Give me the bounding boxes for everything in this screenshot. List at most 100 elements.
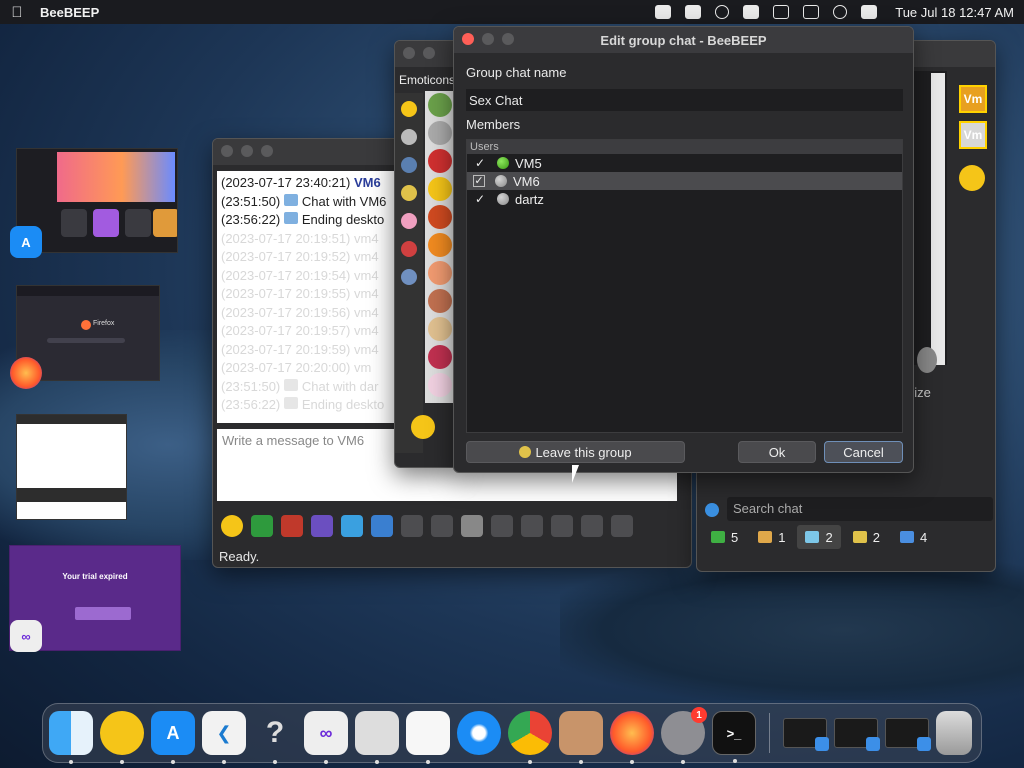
nature-flower-icon[interactable]: [401, 213, 417, 229]
emoticon-button[interactable]: [221, 515, 243, 537]
user-list-scrollbar[interactable]: [931, 73, 945, 365]
smiley-emoticon-button[interactable]: [411, 415, 435, 439]
settings-gear-icon[interactable]: [371, 515, 393, 537]
editor-window-thumbnail[interactable]: [16, 414, 127, 520]
alarm-clock-emoticon[interactable]: [428, 149, 452, 173]
filter-icon[interactable]: [341, 515, 363, 537]
member-checkbox[interactable]: ✓: [473, 192, 487, 206]
trash-icon[interactable]: [936, 711, 972, 755]
send-file-icon[interactable]: [491, 515, 513, 537]
people-icon[interactable]: [401, 157, 417, 173]
members-column-header[interactable]: Users: [467, 140, 902, 154]
help-question-icon[interactable]: ?: [253, 711, 297, 764]
orange-emoticon[interactable]: [428, 233, 452, 257]
bread-emoticon[interactable]: [428, 289, 452, 313]
cake-emoticon[interactable]: [428, 317, 452, 341]
visual-studio-dock-icon[interactable]: ∞: [304, 711, 348, 764]
microphone-icon[interactable]: [917, 347, 937, 373]
send-mail-icon[interactable]: [251, 515, 273, 537]
sweet-potato-emoticon[interactable]: [428, 345, 452, 369]
vscode-icon[interactable]: ❮: [202, 711, 246, 764]
member-row[interactable]: ✓ dartz: [467, 190, 902, 208]
control-center-icon[interactable]: [861, 5, 878, 19]
menu-bar-clock[interactable]: Tue Jul 18 12:47 AM: [895, 5, 1014, 20]
beebeep-status-icon[interactable]: [655, 5, 672, 19]
archive-utility-icon[interactable]: [559, 711, 603, 764]
app-menu-name[interactable]: BeeBEEP: [40, 5, 99, 20]
thumbnail-tile: [61, 209, 87, 237]
minimize-button[interactable]: [241, 144, 253, 157]
minimized-window-icon[interactable]: [783, 718, 829, 751]
vm-avatar-active[interactable]: Vm: [959, 85, 987, 113]
font-icon[interactable]: [281, 515, 303, 537]
main-view-tab[interactable]: 2: [845, 525, 888, 549]
tray-icon[interactable]: [743, 5, 760, 19]
favorites-star-icon[interactable]: [401, 101, 417, 117]
member-row[interactable]: ✓ VM6: [467, 172, 902, 190]
script-editor-icon[interactable]: [355, 711, 399, 764]
chat-log-line: (2023-07-17 20:19:59) vm4: [221, 341, 413, 360]
tab-count: 5: [731, 529, 739, 545]
mouse-pointer-icon: [572, 465, 579, 483]
send-folder-icon[interactable]: [521, 515, 543, 537]
screenshot-icon[interactable]: [581, 515, 603, 537]
search-chat-input[interactable]: Search chat: [727, 497, 993, 521]
html-code-icon[interactable]: [551, 515, 573, 537]
leave-group-label: Leave this group: [535, 444, 632, 460]
recent-clock-icon[interactable]: [401, 129, 417, 145]
spotlight-search-icon[interactable]: [833, 5, 848, 19]
beebeep-icon[interactable]: [100, 711, 144, 764]
spellcheck-icon[interactable]: [401, 515, 423, 537]
terminal-icon[interactable]: >_: [712, 711, 756, 763]
tab-count: 1: [778, 529, 786, 545]
emoticons-tab[interactable]: Emoticons: [399, 73, 455, 87]
member-checkbox[interactable]: ✓: [473, 175, 485, 187]
symbols-icon[interactable]: [401, 269, 417, 285]
safari-icon[interactable]: [457, 711, 501, 755]
chat-history[interactable]: (2023-07-17 23:40:21) VM6 (23:51:50) Chat…: [217, 171, 417, 423]
zoom-button[interactable]: [261, 144, 273, 157]
dictionary-icon[interactable]: [431, 515, 453, 537]
attach-file-icon[interactable]: [461, 515, 483, 537]
warning-emoticon[interactable]: [428, 177, 452, 201]
objects-icon[interactable]: [401, 185, 417, 201]
places-icon[interactable]: [401, 241, 417, 257]
clear-icon[interactable]: [611, 515, 633, 537]
cleaner-status-icon[interactable]: [685, 5, 702, 19]
members-list[interactable]: Users ✓ VM5 ✓ VM6 ✓ dartz: [466, 139, 903, 433]
group-name-input[interactable]: [466, 89, 903, 111]
main-view-tab[interactable]: 1: [750, 525, 793, 549]
member-checkbox[interactable]: ✓: [473, 156, 487, 170]
member-row[interactable]: ✓ VM5: [467, 154, 902, 172]
close-button[interactable]: [221, 144, 233, 157]
tomato-emoticon[interactable]: [428, 205, 452, 229]
app-store-dock-icon[interactable]: A: [151, 711, 195, 764]
minimize-button[interactable]: [423, 46, 435, 59]
main-view-tab[interactable]: 4: [892, 525, 935, 549]
firefox-dock-icon[interactable]: [610, 711, 654, 764]
printer-emoticon[interactable]: [428, 121, 452, 145]
color-icon[interactable]: [311, 515, 333, 537]
chat-event-icon: [283, 212, 298, 224]
ok-button[interactable]: Ok: [738, 441, 816, 463]
sidebar-icon[interactable]: [773, 5, 790, 19]
apple-menu-icon[interactable]: : [10, 4, 24, 21]
windows-icon[interactable]: [803, 5, 820, 19]
leave-group-button[interactable]: Leave this group: [466, 441, 685, 463]
cancel-button[interactable]: Cancel: [824, 441, 903, 463]
minimized-window-icon[interactable]: [834, 718, 880, 751]
vm-avatar[interactable]: Vm: [959, 121, 987, 149]
chrome-icon[interactable]: [508, 711, 552, 764]
main-view-tab[interactable]: 2: [797, 525, 841, 549]
main-view-tab[interactable]: 5: [703, 525, 746, 549]
minimized-window-icon[interactable]: [885, 718, 931, 751]
close-button[interactable]: [403, 46, 415, 59]
scissors-emoticon[interactable]: [428, 93, 452, 117]
peach-emoticon[interactable]: [428, 261, 452, 285]
group-users-icon[interactable]: [959, 165, 985, 191]
finder-icon[interactable]: [49, 711, 93, 764]
textedit-icon[interactable]: [406, 711, 450, 764]
menu-extra-icon[interactable]: [715, 5, 730, 19]
system-settings-icon[interactable]: 1: [661, 707, 707, 764]
candy-emoticon[interactable]: [428, 373, 452, 397]
